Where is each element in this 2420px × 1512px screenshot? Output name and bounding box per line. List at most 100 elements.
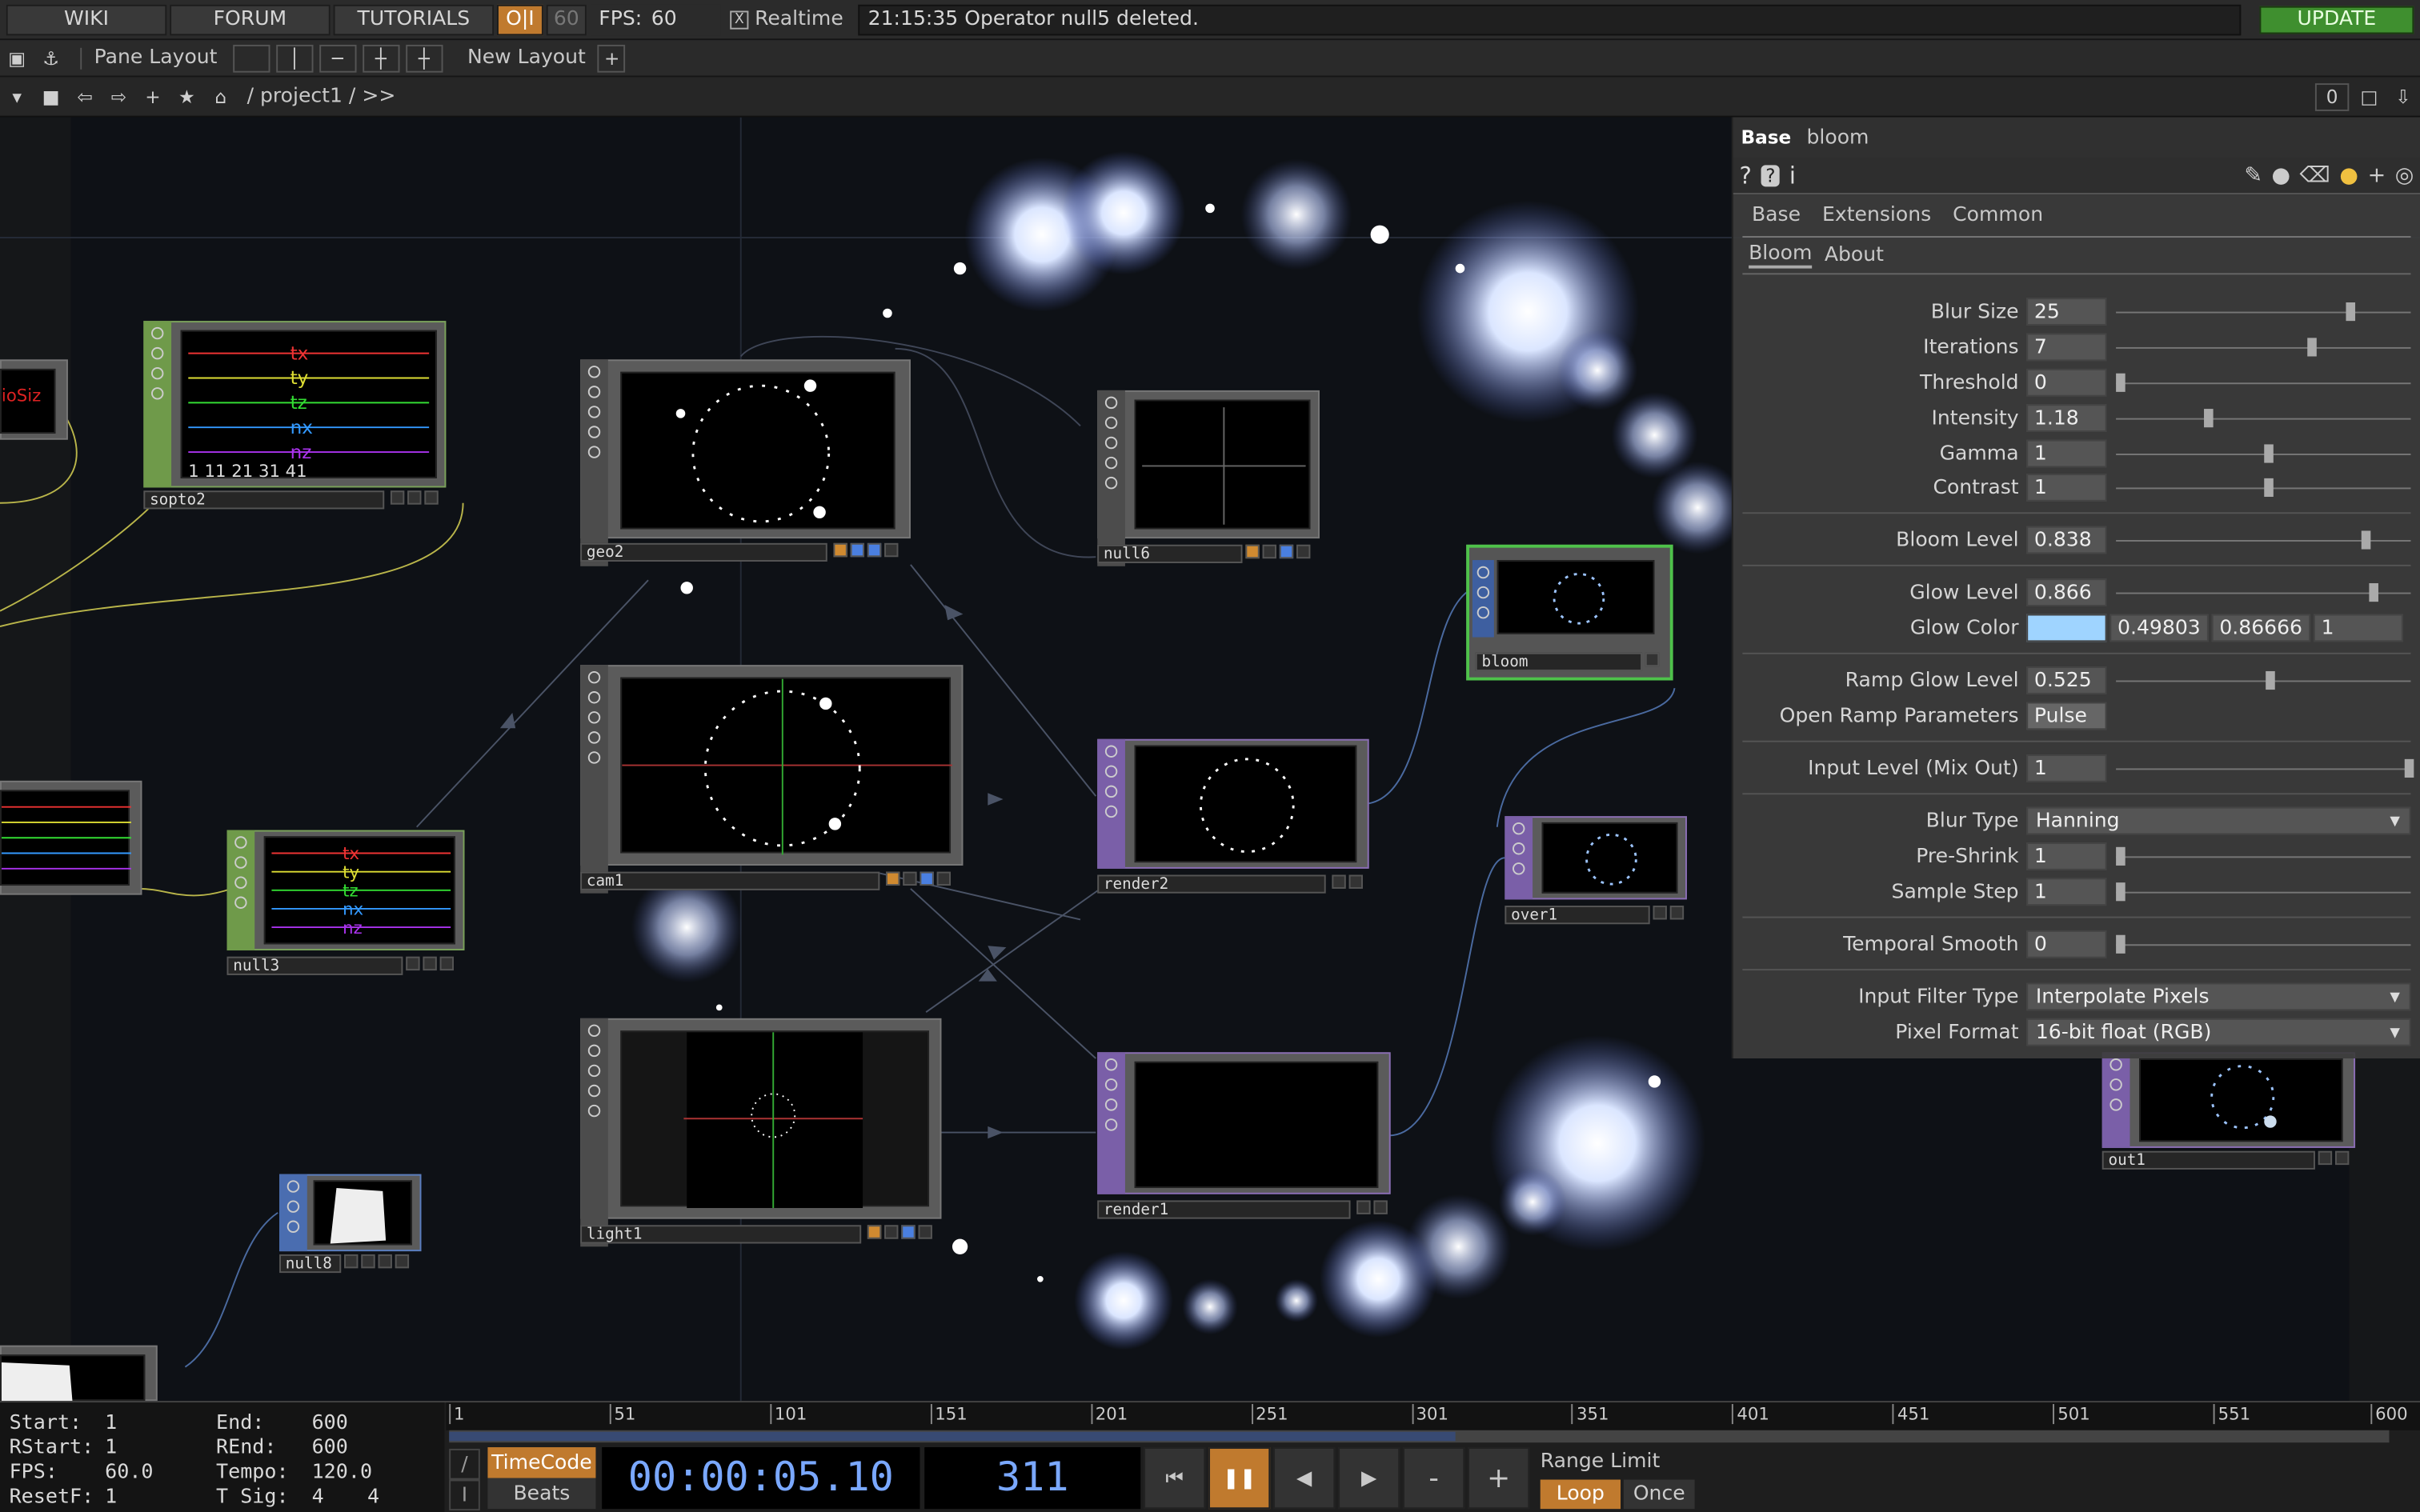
node-label[interactable]: light1 bbox=[580, 1225, 862, 1244]
node-label[interactable]: null8 bbox=[279, 1254, 342, 1274]
intensity-slider[interactable] bbox=[2116, 408, 2411, 427]
perform-toggle-button[interactable]: O|I bbox=[497, 3, 543, 35]
glow-color-g-field[interactable]: 0.86666 bbox=[2211, 614, 2311, 642]
node-flags[interactable] bbox=[886, 871, 952, 886]
counter-field[interactable]: 0 bbox=[2314, 82, 2350, 110]
node-light1[interactable]: light1 bbox=[580, 1018, 944, 1247]
python-icon[interactable]: ● bbox=[2339, 162, 2358, 187]
blur-size-field[interactable]: 25 bbox=[2026, 298, 2107, 326]
rewind-to-start-icon[interactable]: ⏮ bbox=[1144, 1447, 1206, 1510]
pre-shrink-slider[interactable] bbox=[2116, 846, 2411, 865]
node-side-toolbar[interactable] bbox=[2101, 1052, 2130, 1148]
home-icon[interactable]: ⌂ bbox=[206, 81, 237, 112]
beats-button[interactable]: Beats bbox=[487, 1478, 596, 1510]
python-help-icon[interactable]: ? bbox=[1761, 164, 1781, 186]
node-flags[interactable] bbox=[867, 1225, 932, 1239]
eraser-icon[interactable]: ⌫ bbox=[2300, 162, 2330, 187]
forum-button[interactable]: FORUM bbox=[170, 3, 331, 35]
glow-level-slider[interactable] bbox=[2116, 582, 2411, 602]
node-partial-bottom[interactable] bbox=[0, 1345, 158, 1402]
node-side-toolbar[interactable] bbox=[1097, 1052, 1125, 1194]
iterations-field[interactable]: 7 bbox=[2026, 333, 2107, 362]
node-null6[interactable]: null6 bbox=[1097, 390, 1323, 566]
chevron-down-icon[interactable]: ▾ bbox=[2, 81, 33, 112]
layout-four-pane-icon[interactable]: ┼ bbox=[405, 43, 443, 72]
timeline-ruler[interactable]: 1 51 101 151 201 251 301 351 401 451 501 551 600 bbox=[446, 1402, 2420, 1430]
sample-step-slider[interactable] bbox=[2116, 882, 2411, 901]
start-field[interactable]: 1 bbox=[105, 1412, 117, 1435]
tab-base[interactable]: Base bbox=[1752, 204, 1801, 227]
bloom-level-field[interactable]: 0.838 bbox=[2026, 526, 2107, 554]
node-null8[interactable]: null8 bbox=[279, 1174, 424, 1274]
tab-about[interactable]: About bbox=[1825, 244, 1884, 267]
stop-icon[interactable]: ■ bbox=[35, 81, 66, 112]
tsig-denominator-field[interactable]: 4 bbox=[367, 1486, 379, 1509]
add-icon[interactable]: + bbox=[138, 81, 169, 112]
node-audiosize-partial[interactable]: ioSiz bbox=[0, 359, 68, 461]
add-layout-button[interactable]: + bbox=[598, 43, 627, 72]
input-level-field[interactable]: 1 bbox=[2026, 754, 2107, 782]
maximize-icon[interactable]: □ bbox=[2354, 81, 2385, 112]
network-path[interactable]: / project1 / >> bbox=[247, 85, 396, 108]
tab-bloom[interactable]: Bloom bbox=[1749, 242, 1813, 269]
input-level-slider[interactable] bbox=[2116, 758, 2414, 778]
ramp-glow-level-field[interactable]: 0.525 bbox=[2026, 666, 2107, 694]
node-over1[interactable]: over1 bbox=[1504, 816, 1693, 925]
timecode-display[interactable]: 00:00:05.10 bbox=[602, 1447, 920, 1510]
end-field[interactable]: 600 bbox=[312, 1412, 348, 1435]
node-flags[interactable] bbox=[1245, 544, 1311, 559]
tab-common[interactable]: Common bbox=[1953, 204, 2043, 227]
glow-color-b-field[interactable]: 1 bbox=[2313, 614, 2403, 642]
node-label[interactable]: render2 bbox=[1097, 874, 1326, 894]
blur-size-slider[interactable] bbox=[2116, 302, 2411, 321]
node-null3[interactable]: tx ty tz nx nz null3 bbox=[226, 830, 468, 978]
add-parameter-icon[interactable]: + bbox=[2368, 162, 2386, 187]
tempo-field[interactable]: 120.0 bbox=[312, 1461, 372, 1484]
node-side-toolbar[interactable] bbox=[1472, 560, 1494, 638]
node-label[interactable]: null6 bbox=[1097, 544, 1243, 563]
pre-shrink-field[interactable]: 1 bbox=[2026, 842, 2107, 870]
node-flags[interactable] bbox=[406, 956, 455, 971]
node-chop-partial[interactable] bbox=[0, 780, 142, 920]
rstart-field[interactable]: 1 bbox=[105, 1437, 117, 1460]
layout-three-pane-icon[interactable]: ┼ bbox=[362, 43, 400, 72]
node-flags[interactable] bbox=[1356, 1200, 1388, 1214]
tsig-numerator-field[interactable]: 4 bbox=[312, 1486, 324, 1509]
node-bloom[interactable]: bloom bbox=[1466, 544, 1676, 684]
loop-button[interactable]: Loop bbox=[1540, 1479, 1621, 1510]
help-icon[interactable]: ? bbox=[1740, 162, 1752, 190]
star-icon[interactable]: ★ bbox=[171, 81, 202, 112]
node-label[interactable]: bloom bbox=[1475, 652, 1643, 671]
node-side-toolbar[interactable] bbox=[1097, 390, 1125, 566]
realtime-checkbox[interactable]: X bbox=[730, 10, 749, 29]
temporal-smooth-field[interactable]: 0 bbox=[2026, 930, 2107, 958]
info-icon[interactable]: i bbox=[1789, 162, 1796, 190]
cursor-icon[interactable]: I bbox=[449, 1479, 480, 1511]
comment-icon[interactable]: ● bbox=[2272, 162, 2291, 187]
gamma-field[interactable]: 1 bbox=[2026, 439, 2107, 468]
glow-color-swatch[interactable] bbox=[2026, 614, 2107, 642]
slash-icon[interactable]: / bbox=[449, 1448, 480, 1480]
fps-cap-field[interactable]: 60 bbox=[546, 3, 587, 35]
node-label[interactable]: out1 bbox=[2101, 1150, 2315, 1170]
node-side-toolbar[interactable] bbox=[279, 1174, 307, 1252]
pause-icon[interactable]: ❚❚ bbox=[1208, 1447, 1271, 1510]
open-ramp-pulse-button[interactable]: Pulse bbox=[2026, 702, 2107, 730]
contrast-field[interactable]: 1 bbox=[2026, 474, 2107, 502]
rend-field[interactable]: 600 bbox=[312, 1437, 348, 1460]
threshold-slider[interactable] bbox=[2116, 372, 2411, 391]
threshold-field[interactable]: 0 bbox=[2026, 368, 2107, 397]
pixel-format-dropdown[interactable]: 16-bit float (RGB) bbox=[2026, 1018, 2411, 1046]
node-side-toolbar[interactable] bbox=[143, 321, 172, 488]
node-flags[interactable] bbox=[2318, 1150, 2350, 1166]
once-button[interactable]: Once bbox=[1623, 1479, 1695, 1510]
tutorials-button[interactable]: TUTORIALS bbox=[333, 3, 495, 35]
pencil-icon[interactable]: ✎ bbox=[2244, 162, 2262, 187]
update-button[interactable]: UPDATE bbox=[2259, 5, 2414, 34]
node-flags[interactable] bbox=[1332, 874, 1363, 889]
step-backward-icon[interactable]: ◀ bbox=[1273, 1447, 1336, 1510]
layout-split-vertical-icon[interactable]: │ bbox=[275, 43, 314, 72]
timeline-track[interactable] bbox=[449, 1430, 2390, 1443]
node-side-toolbar[interactable] bbox=[580, 665, 608, 894]
node-flags[interactable] bbox=[1653, 906, 1685, 920]
